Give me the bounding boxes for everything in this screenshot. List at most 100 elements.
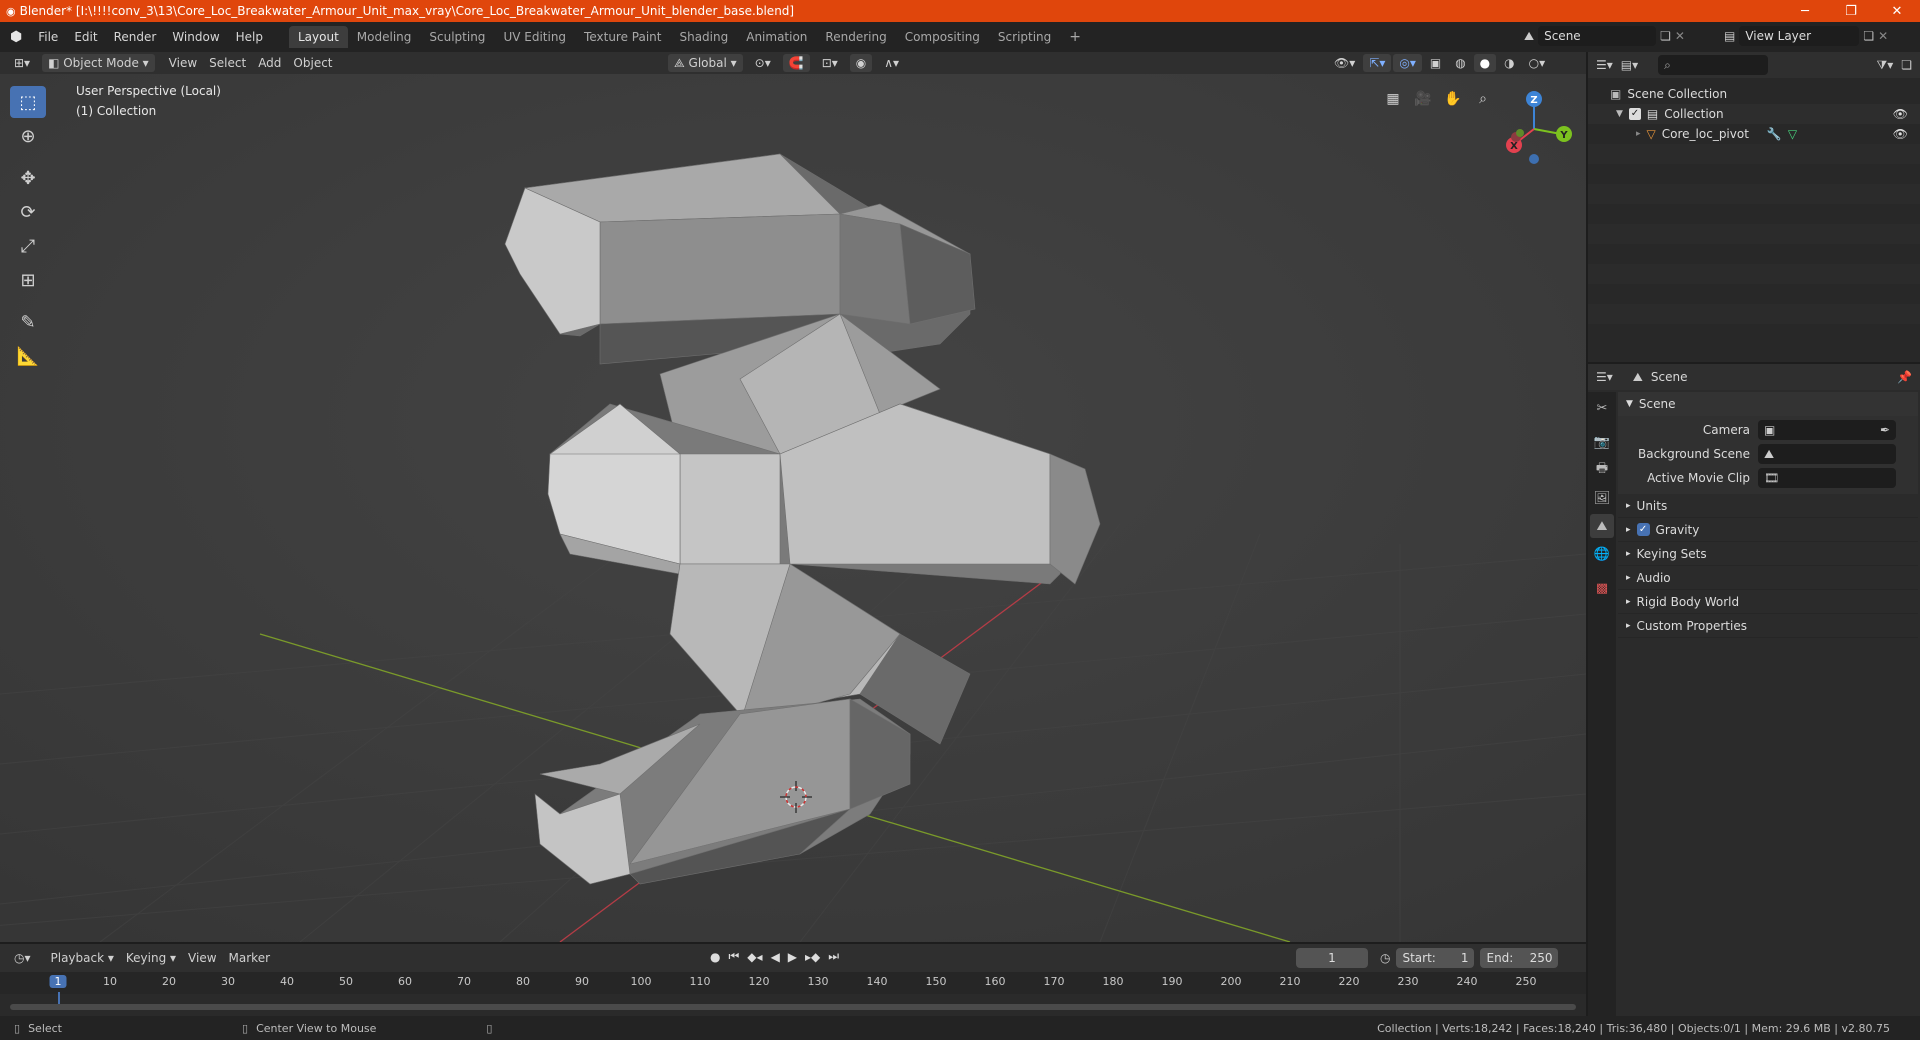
overlay-toggle-icon[interactable]: ◎▾ (1393, 54, 1422, 72)
timeline-menu-keying[interactable]: Keying ▾ (120, 949, 182, 967)
expand-arrow-icon[interactable]: ▸ (1636, 129, 1641, 139)
new-scene-icon[interactable]: ❏ (1660, 29, 1671, 43)
expand-arrow-icon[interactable]: ▼ (1616, 109, 1623, 119)
outliner-row-scene-collection[interactable]: ▣ Scene Collection (1588, 84, 1920, 104)
rotate-tool-icon[interactable]: ⟳ (10, 196, 46, 228)
scene-selector[interactable]: Scene (1538, 26, 1657, 46)
mode-selector[interactable]: ◧ Object Mode ▾ (42, 54, 155, 72)
editor-type-icon[interactable]: ⊞▾ (8, 54, 36, 72)
units-subpanel[interactable]: ▸ Units (1618, 494, 1918, 518)
background-scene-field[interactable]: ⛰ (1758, 444, 1896, 464)
snap-toggle-icon[interactable]: 🧲 (782, 54, 810, 72)
menu-help[interactable]: Help (228, 26, 271, 48)
object-visibility-eye-icon[interactable]: 👁 (1893, 127, 1908, 141)
jump-to-end-icon[interactable]: ⏭ (828, 949, 839, 964)
cursor-tool-icon[interactable]: ⊕ (10, 120, 46, 152)
keying-sets-subpanel[interactable]: ▸ Keying Sets (1618, 542, 1918, 566)
close-button[interactable]: ✕ (1874, 0, 1920, 22)
mesh-data-icon[interactable]: ▽ (1788, 127, 1797, 141)
workspace-tab-compositing[interactable]: Compositing (896, 26, 989, 48)
view-layer-selector[interactable]: View Layer (1739, 26, 1860, 46)
pivot-point-icon[interactable]: ⊙▾ (749, 54, 777, 72)
view-layer-icon[interactable]: ▤ (1724, 29, 1735, 43)
annotate-tool-icon[interactable]: ✎ (10, 306, 46, 338)
menu-render[interactable]: Render (106, 26, 165, 48)
world-tab-icon[interactable]: 🌐 (1590, 542, 1614, 566)
workspace-tab-texture-paint[interactable]: Texture Paint (575, 26, 670, 48)
pin-icon[interactable]: 📌 (1897, 370, 1912, 384)
falloff-icon[interactable]: ∧▾ (878, 54, 905, 72)
menu-edit[interactable]: Edit (66, 26, 105, 48)
timeline-menu-playback[interactable]: Playback ▾ (45, 949, 120, 967)
workspace-tab-layout[interactable]: Layout (289, 26, 348, 48)
viewport-menu-view[interactable]: View (163, 54, 203, 72)
modifier-wrench-icon[interactable]: 🔧 (1767, 127, 1782, 141)
rigid-body-world-subpanel[interactable]: ▸ Rigid Body World (1618, 590, 1918, 614)
outliner-editor-type-icon[interactable]: ☰▾ (1596, 58, 1613, 72)
camera-icon[interactable]: 🎥 (1410, 86, 1436, 112)
viewport-menu-select[interactable]: Select (203, 54, 252, 72)
outliner-row-collection[interactable]: ▼ ✓ ▤ Collection 👁 (1588, 104, 1920, 124)
3d-viewport[interactable]: Z Y X User Perspective (Local) (1) Colle… (0, 74, 1586, 942)
camera-field[interactable]: ▣ ✒ (1758, 420, 1896, 440)
viewport-menu-add[interactable]: Add (252, 54, 287, 72)
material-shading-icon[interactable]: ◑ (1498, 54, 1520, 72)
collection-checkbox[interactable]: ✓ (1628, 108, 1641, 120)
workspace-tab-rendering[interactable]: Rendering (816, 26, 895, 48)
timeline-menu-view[interactable]: View (182, 949, 222, 967)
workspace-tab-modeling[interactable]: Modeling (348, 26, 421, 48)
collection-visibility-eye-icon[interactable]: 👁 (1893, 107, 1908, 121)
gravity-checkbox[interactable]: ✓ (1636, 523, 1650, 536)
workspace-tab-sculpting[interactable]: Sculpting (420, 26, 494, 48)
minimize-button[interactable]: ─ (1782, 0, 1828, 22)
timeline-editor-type-icon[interactable]: ◷▾ (8, 949, 37, 967)
outliner-search-input[interactable]: ⌕ (1658, 55, 1769, 75)
render-tab-icon[interactable]: 📷 (1590, 430, 1614, 454)
tool-tab-icon[interactable]: ✂ (1590, 396, 1614, 420)
properties-editor-type-icon[interactable]: ☰▾ (1596, 370, 1613, 384)
snap-target-icon[interactable]: ⊡▾ (816, 54, 844, 72)
end-frame-field[interactable]: End: 250 (1480, 948, 1559, 968)
gizmo-toggle-icon[interactable]: ⇱▾ (1363, 54, 1392, 72)
blender-menu-icon[interactable]: ⬢ (0, 29, 30, 45)
texture-tab-icon[interactable]: ▩ (1590, 576, 1614, 600)
output-tab-icon[interactable]: 🖶 (1590, 458, 1614, 482)
play-reverse-icon[interactable]: ◀ (771, 950, 780, 964)
wireframe-shading-icon[interactable]: ◍ (1449, 54, 1471, 72)
jump-to-start-icon[interactable]: ⏮ (728, 949, 739, 964)
visibility-icon[interactable]: 👁▾ (1328, 54, 1361, 72)
eyedropper-icon[interactable]: ✒ (1880, 420, 1890, 440)
timeline-ruler[interactable]: 1 10 20 30 40 50 60 70 80 90 100 110 120 130 140 150 160… (0, 972, 1586, 1006)
remove-view-layer-icon[interactable]: ✕ (1878, 29, 1888, 43)
jump-to-keyframe-forward-icon[interactable]: ▸◆ (805, 950, 820, 964)
custom-properties-subpanel[interactable]: ▸ Custom Properties (1618, 614, 1918, 638)
solid-shading-icon[interactable]: ● (1473, 54, 1497, 72)
timeline-scrollbar[interactable] (10, 1004, 1576, 1010)
active-movie-clip-field[interactable]: 🎞 (1758, 468, 1896, 488)
toggle-camera-view-icon[interactable]: ▦ (1380, 86, 1406, 112)
new-view-layer-icon[interactable]: ❏ (1863, 29, 1874, 43)
xray-toggle-icon[interactable]: ▣ (1424, 54, 1447, 72)
filter-icon[interactable]: ⧩▾ (1877, 58, 1894, 73)
view-layer-tab-icon[interactable]: 🖼 (1590, 486, 1614, 510)
proportional-edit-icon[interactable]: ◉ (849, 54, 873, 72)
start-frame-field[interactable]: Start: 1 (1396, 948, 1475, 968)
rendered-shading-icon[interactable]: ○▾ (1523, 54, 1552, 72)
workspace-tab-scripting[interactable]: Scripting (989, 26, 1060, 48)
timeline-menu-marker[interactable]: Marker (223, 949, 276, 967)
scene-tab-icon[interactable]: ⛰ (1590, 514, 1614, 538)
scale-tool-icon[interactable]: ⤢ (10, 230, 46, 262)
add-workspace-button[interactable]: + (1060, 26, 1090, 48)
scene-panel-header[interactable]: ▼ Scene (1618, 392, 1918, 416)
workspace-tab-uv-editing[interactable]: UV Editing (494, 26, 575, 48)
menu-file[interactable]: File (30, 26, 66, 48)
play-icon[interactable]: ▶ (788, 950, 797, 964)
workspace-tab-animation[interactable]: Animation (737, 26, 816, 48)
transform-tool-icon[interactable]: ⊞ (10, 264, 46, 296)
jump-to-keyframe-back-icon[interactable]: ◆◂ (747, 950, 762, 964)
select-box-tool-icon[interactable]: ⬚ (10, 86, 46, 118)
maximize-button[interactable]: ❐ (1828, 0, 1874, 22)
pan-hand-icon[interactable]: ✋ (1440, 86, 1466, 112)
outliner-row-object[interactable]: ▸ ▽ Core_loc_pivot 🔧 ▽ 👁 (1588, 124, 1920, 144)
move-tool-icon[interactable]: ✥ (10, 162, 46, 194)
